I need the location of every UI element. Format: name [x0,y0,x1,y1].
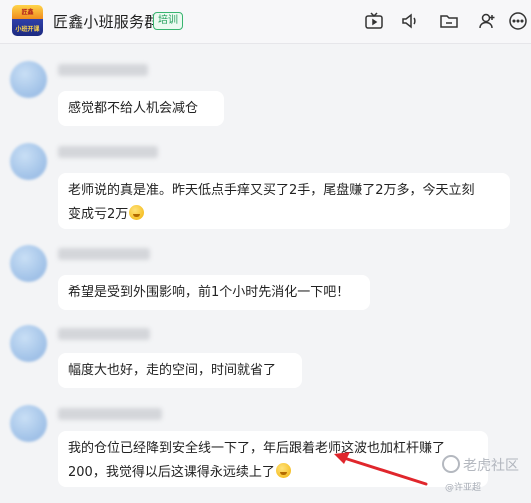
chat-header: 匠鑫 小班开课 匠鑫小班服务群 培训 [0,0,531,44]
message-bubble[interactable]: 老师说的真是准。昨天低点手痒又买了2手，尾盘赚了2万多，今天立刻 变成亏2万 [58,173,510,229]
message-bubble[interactable]: 希望是受到外围影响，前1个小时先消化一下吧！ [58,275,370,310]
message-text: 老师说的真是准。昨天低点手痒又买了2手，尾盘赚了2万多，今天立刻 [68,183,475,198]
message-text: 感觉都不给人机会减仓 [68,101,199,116]
message-text-line2: 变成亏2万 [68,203,500,227]
avatar[interactable] [10,405,47,442]
avatar-bottom-text: 小班开课 [15,26,40,33]
red-arrow-annotation [334,452,428,486]
add-user-icon[interactable] [477,11,497,31]
group-avatar[interactable]: 匠鑫 小班开课 [12,5,43,36]
tv-icon[interactable] [364,11,384,31]
message-bubble[interactable]: 感觉都不给人机会减仓 [58,91,224,126]
sender-name [58,408,162,420]
message-text: 希望是受到外围影响，前1个小时先消化一下吧！ [68,285,350,300]
grin-emoji-icon [129,205,145,220]
folder-icon[interactable] [439,11,459,31]
tiger-logo-icon [442,455,460,473]
training-badge: 培训 [153,12,183,30]
avatar[interactable] [10,325,47,362]
speaker-icon[interactable] [400,11,420,31]
message-text: 幅度大也好，走的空间，时间就省了 [68,363,277,378]
sender-name [58,64,148,76]
avatar[interactable] [10,61,47,98]
avatar[interactable] [10,143,47,180]
sender-name [58,146,158,158]
more-icon[interactable] [508,11,528,31]
sender-name [58,328,150,340]
message-bubble[interactable]: 幅度大也好，走的空间，时间就省了 [58,353,302,388]
watermark-author: @许亚超 [444,483,481,493]
avatar-top-text: 匠鑫 [21,9,34,16]
sender-name [58,248,150,260]
group-title[interactable]: 匠鑫小班服务群 [53,11,159,32]
avatar[interactable] [10,245,47,282]
grin-emoji-icon [275,463,291,478]
watermark: 老虎社区 [442,455,519,475]
